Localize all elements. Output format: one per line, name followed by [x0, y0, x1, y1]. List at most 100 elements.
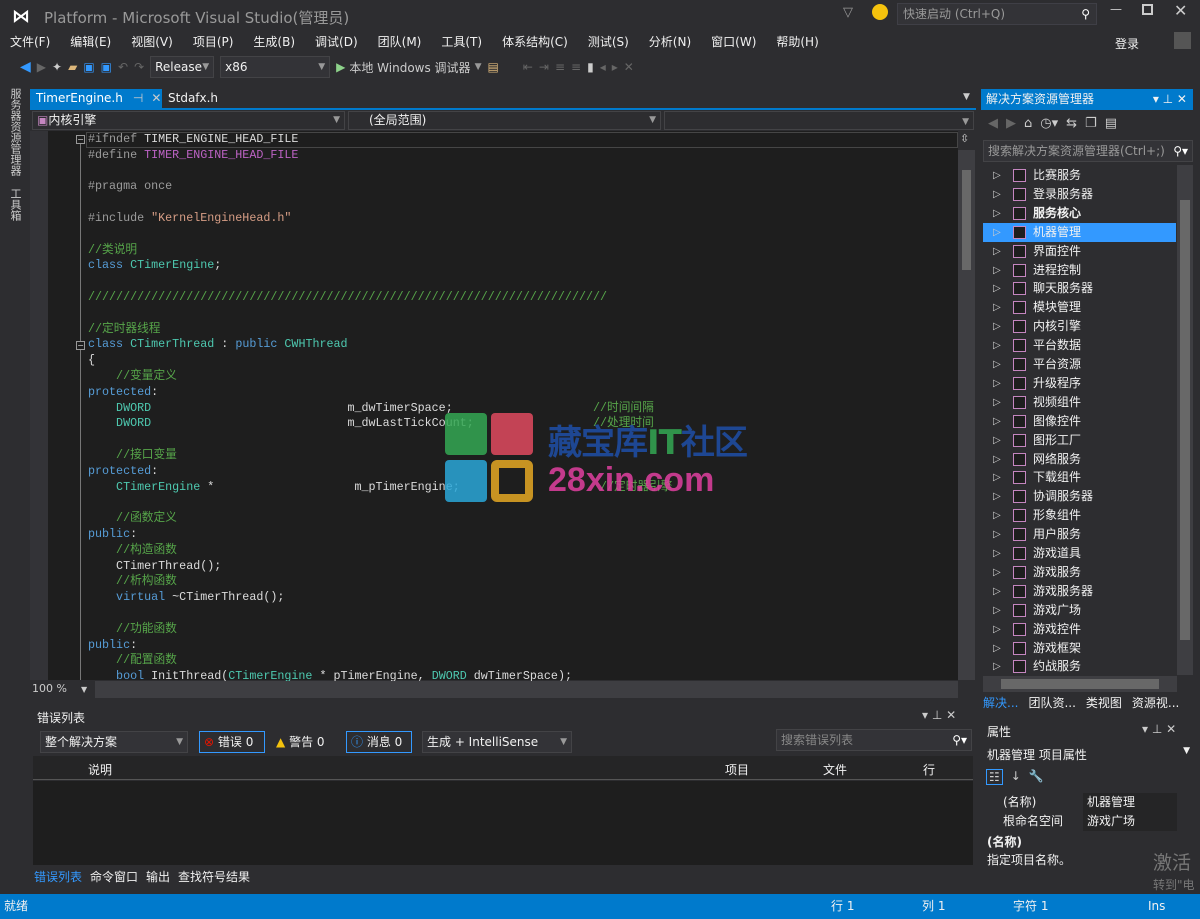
- solution-item[interactable]: ▷ 登录服务器: [983, 185, 1176, 204]
- expand-icon[interactable]: ▷: [993, 620, 1001, 639]
- menu-item[interactable]: 视图(V): [121, 32, 183, 52]
- solution-item[interactable]: ▷ 下载组件: [983, 468, 1176, 487]
- messages-filter-button[interactable]: ⓘ 消息 0: [346, 731, 412, 753]
- forward-icon[interactable]: ▶: [1006, 116, 1016, 131]
- solution-item[interactable]: ▷ 界面控件: [983, 242, 1176, 261]
- back-icon[interactable]: ◀: [20, 59, 31, 75]
- server-explorer-tab[interactable]: 服务器资源管理器: [7, 88, 23, 176]
- bottom-tab[interactable]: 输出: [146, 868, 170, 885]
- platform-select[interactable]: x86 ▼: [220, 56, 331, 78]
- expand-icon[interactable]: ▷: [993, 242, 1001, 261]
- error-search-input[interactable]: 搜索错误列表 ⚲▾: [776, 729, 972, 751]
- menu-item[interactable]: 窗口(W): [701, 32, 766, 52]
- tab-overflow-icon[interactable]: ▼: [963, 92, 970, 102]
- scroll-thumb[interactable]: [962, 170, 971, 270]
- menu-item[interactable]: 测试(S): [578, 32, 639, 52]
- menu-item[interactable]: 生成(B): [243, 32, 305, 52]
- menu-item[interactable]: 编辑(E): [60, 32, 121, 52]
- home-icon[interactable]: ⌂: [1024, 116, 1032, 131]
- forward-icon[interactable]: ▶: [37, 60, 46, 74]
- save-all-icon[interactable]: ▣: [101, 60, 112, 74]
- solution-tab[interactable]: 类视图: [1086, 694, 1122, 711]
- menu-item[interactable]: 工具(T): [431, 32, 492, 52]
- property-pages-icon[interactable]: 🔧: [1029, 769, 1044, 785]
- solution-item[interactable]: ▷ 形象组件: [983, 506, 1176, 525]
- solution-item[interactable]: ▷ 平台数据: [983, 336, 1176, 355]
- expand-icon[interactable]: ▷: [993, 355, 1001, 374]
- expand-icon[interactable]: ▷: [993, 393, 1001, 412]
- open-folder-icon[interactable]: ▰: [68, 60, 77, 74]
- new-project-icon[interactable]: ✦: [52, 60, 62, 74]
- member-nav-select[interactable]: ▼: [664, 111, 974, 130]
- menu-item[interactable]: 帮助(H): [766, 32, 828, 52]
- undo-icon[interactable]: ↶: [118, 60, 128, 74]
- alphabetical-icon[interactable]: ↓: [1011, 769, 1021, 785]
- solution-item[interactable]: ▷ 游戏道具: [983, 544, 1176, 563]
- tab-stdafx[interactable]: Stdafx.h: [162, 89, 224, 108]
- solution-item[interactable]: ▷ 游戏服务器: [983, 582, 1176, 601]
- outdent-icon[interactable]: ⇥: [539, 60, 549, 74]
- collapse-icon[interactable]: −: [76, 135, 85, 144]
- solution-vertical-scrollbar[interactable]: [1177, 165, 1193, 675]
- solution-item[interactable]: ▷ 视频组件: [983, 393, 1176, 412]
- errors-filter-button[interactable]: ⊗ 错误 0: [199, 731, 265, 753]
- solution-item[interactable]: ▷ 升级程序: [983, 374, 1176, 393]
- expand-icon[interactable]: ▷: [993, 261, 1001, 280]
- expand-icon[interactable]: ▷: [993, 317, 1001, 336]
- menu-item[interactable]: 团队(M): [368, 32, 432, 52]
- indent-icon[interactable]: ⇤: [523, 60, 533, 74]
- bottom-tab[interactable]: 查找符号结果: [178, 868, 250, 885]
- expand-icon[interactable]: ▷: [993, 204, 1001, 223]
- expand-icon[interactable]: ▷: [993, 563, 1001, 582]
- split-handle-icon[interactable]: ⇳: [960, 132, 969, 145]
- solution-tab[interactable]: 资源视...: [1132, 694, 1179, 711]
- filter-icon[interactable]: ▽: [843, 5, 853, 20]
- menu-item[interactable]: 调试(D): [305, 32, 368, 52]
- minimize-button[interactable]: —: [1110, 2, 1122, 16]
- column-file[interactable]: 文件: [823, 761, 847, 778]
- solution-item[interactable]: ▷ 机器管理: [983, 222, 1176, 242]
- menu-item[interactable]: 项目(P): [183, 32, 244, 52]
- menu-item[interactable]: 文件(F): [0, 32, 60, 52]
- column-line[interactable]: 行: [923, 761, 935, 778]
- close-tab-icon[interactable]: ✕: [151, 91, 161, 105]
- redo-icon[interactable]: ↷: [134, 60, 144, 74]
- properties-object-select[interactable]: 机器管理 项目属性 ▼: [987, 746, 1192, 763]
- bookmark-icon[interactable]: ▮: [587, 60, 594, 74]
- expand-icon[interactable]: ▷: [993, 468, 1001, 487]
- start-debug-button[interactable]: ▶ 本地 Windows 调试器 ▼: [336, 59, 481, 76]
- zoom-select[interactable]: 100 % ▼: [32, 682, 92, 698]
- property-row[interactable]: (名称) 机器管理: [983, 793, 1177, 812]
- prev-bookmark-icon[interactable]: ◂: [600, 60, 606, 74]
- uncomment-icon[interactable]: ≡: [571, 60, 581, 74]
- maximize-button[interactable]: [1142, 4, 1153, 15]
- login-link[interactable]: 登录: [1115, 35, 1139, 52]
- account-avatar-icon[interactable]: [1174, 32, 1191, 49]
- expand-icon[interactable]: ▷: [993, 487, 1001, 506]
- expand-icon[interactable]: ▷: [993, 431, 1001, 450]
- next-bookmark-icon[interactable]: ▸: [612, 60, 618, 74]
- find-icon[interactable]: ▤: [487, 60, 498, 74]
- expand-icon[interactable]: ▷: [993, 639, 1001, 658]
- project-nav-select[interactable]: ▣内核引擎 ▼: [32, 111, 345, 130]
- solution-item[interactable]: ▷ 图像控件: [983, 412, 1176, 431]
- menu-item[interactable]: 分析(N): [639, 32, 701, 52]
- menu-item[interactable]: 体系结构(C): [492, 32, 578, 52]
- sync-icon[interactable]: ⇆: [1066, 116, 1077, 131]
- scope-nav-select[interactable]: (全局范围) ▼: [348, 111, 661, 130]
- solution-item[interactable]: ▷ 内核引擎: [983, 317, 1176, 336]
- quick-launch-input[interactable]: 快速启动 (Ctrl+Q) ⚲: [897, 3, 1097, 25]
- bottom-tab[interactable]: 错误列表: [34, 868, 82, 885]
- expand-icon[interactable]: ▷: [993, 412, 1001, 431]
- column-project[interactable]: 项目: [725, 761, 749, 778]
- error-scope-select[interactable]: 整个解决方案 ▼: [40, 731, 188, 753]
- bottom-tab[interactable]: 命令窗口: [90, 868, 138, 885]
- column-description[interactable]: 说明: [88, 761, 112, 778]
- solution-search-input[interactable]: 搜索解决方案资源管理器(Ctrl+;) ⚲▾: [983, 140, 1193, 162]
- toolbox-tab[interactable]: 工具箱: [7, 188, 23, 221]
- build-source-select[interactable]: 生成 + IntelliSense ▼: [422, 731, 572, 753]
- solution-item[interactable]: ▷ 模块管理: [983, 298, 1176, 317]
- solution-item[interactable]: ▷ 游戏服务: [983, 563, 1176, 582]
- feedback-smiley-icon[interactable]: [872, 4, 888, 20]
- expand-icon[interactable]: ▷: [993, 544, 1001, 563]
